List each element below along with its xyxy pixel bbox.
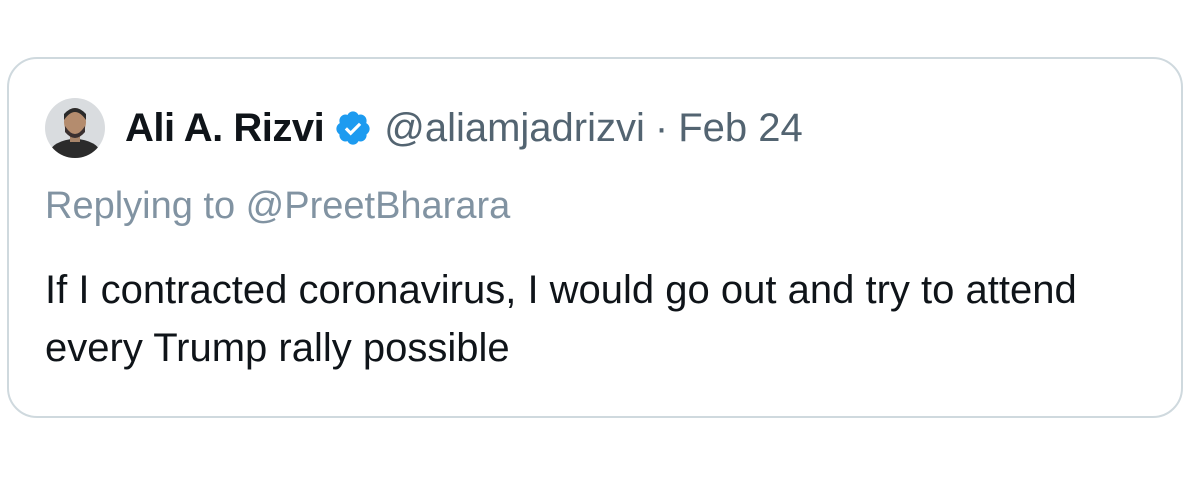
- tweet-text: If I contracted coronavirus, I would go …: [45, 268, 1077, 370]
- verified-badge-icon: [334, 109, 372, 147]
- replying-to-label: Replying to: [45, 185, 246, 227]
- user-handle[interactable]: @aliamjadrizvi: [384, 106, 645, 151]
- tweet-date[interactable]: Feb 24: [678, 106, 803, 151]
- replying-to-line: Replying to @PreetBharara: [45, 185, 510, 228]
- quoted-tweet-card[interactable]: Ali A. Rizvi @aliamjadrizvi · Feb 24 Rep…: [7, 57, 1183, 418]
- display-name[interactable]: Ali A. Rizvi: [125, 106, 325, 151]
- avatar[interactable]: [45, 98, 105, 158]
- reply-mention-link[interactable]: @PreetBharara: [246, 185, 511, 227]
- tweet-header: Ali A. Rizvi @aliamjadrizvi · Feb 24: [45, 93, 803, 163]
- separator-dot: ·: [654, 105, 669, 150]
